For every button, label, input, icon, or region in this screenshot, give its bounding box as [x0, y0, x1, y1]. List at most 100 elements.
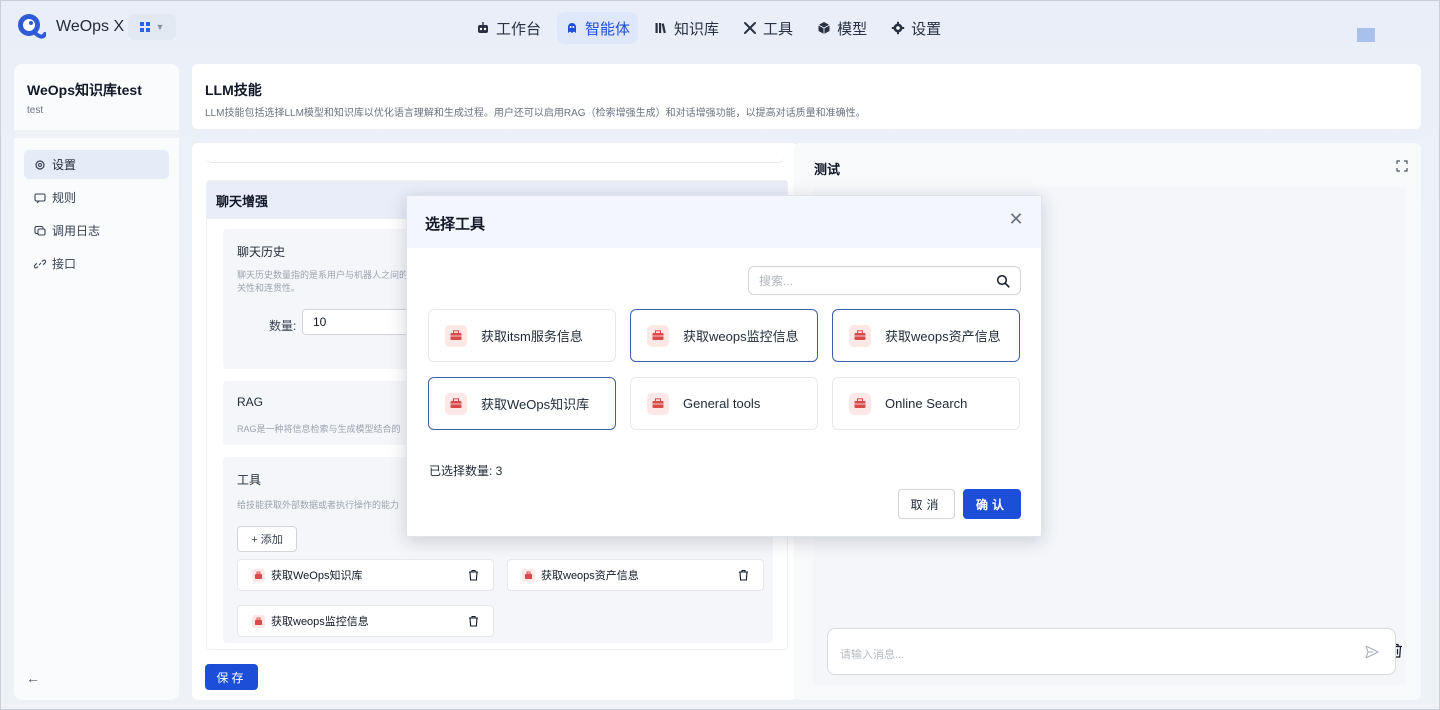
sidebar: WeOps知识库test test 设置 规则 调用日志 接口 ←	[14, 64, 179, 700]
add-tool-button[interactable]: + 添加	[237, 526, 297, 552]
selected-count: 已选择数量: 3	[429, 464, 503, 478]
tool-card-label: General tools	[683, 396, 761, 411]
tool-chip-label: 获取weops监控信息	[271, 616, 369, 628]
agent-subtitle: test	[27, 105, 44, 116]
chat-input-placeholder: 请输入消息...	[840, 649, 905, 661]
top-bar: WeOps X ▼ 工作台 智能体 知识库 工具 模型 设置	[0, 0, 1440, 56]
selected-tool-chip: 获取weops资产信息	[507, 559, 764, 591]
robot-icon	[478, 22, 488, 33]
page-title: LLM技能	[205, 82, 262, 98]
rag-description: RAG是一种将信息检索与生成模型结合的	[237, 424, 401, 434]
chat-message-input[interactable]: 请输入消息...	[827, 628, 1396, 675]
app-switcher[interactable]: ▼	[128, 14, 176, 40]
tool-card-itsm[interactable]: 获取itsm服务信息	[428, 309, 616, 362]
toolbox-icon	[252, 614, 265, 628]
settings-icon	[35, 159, 45, 170]
confirm-button[interactable]: 确认	[963, 489, 1021, 519]
send-icon[interactable]	[1365, 645, 1379, 659]
tool-card-online-search[interactable]: Online Search	[832, 377, 1020, 430]
toolbox-icon	[445, 392, 467, 415]
test-panel-title: 测试	[814, 162, 841, 177]
selected-tool-chip: 获取WeOps知识库	[237, 559, 494, 591]
tool-card-general-tools[interactable]: General tools	[630, 377, 818, 430]
gear-icon	[891, 21, 905, 35]
save-button[interactable]: 保存	[205, 664, 258, 690]
chevron-down-icon: ▼	[155, 22, 165, 32]
search-icon[interactable]	[996, 274, 1010, 288]
trash-icon[interactable]	[738, 569, 749, 581]
trash-icon[interactable]	[468, 615, 479, 627]
sidebar-item-label: 规则	[52, 191, 77, 205]
nav-item-knowledge[interactable]: 知识库	[646, 12, 727, 44]
nav-item-workbench[interactable]: 工作台	[468, 12, 549, 44]
sidebar-item-label: 接口	[52, 257, 77, 271]
link-icon	[34, 259, 46, 268]
log-icon	[34, 225, 46, 236]
tool-card-weops-assets[interactable]: 获取weops资产信息	[832, 309, 1020, 362]
nav-item-label: 智能体	[585, 20, 631, 38]
nav-item-settings[interactable]: 设置	[883, 12, 949, 44]
nav-item-label: 知识库	[674, 20, 720, 38]
agent-title: WeOps知识库test	[27, 82, 142, 98]
toolbox-icon	[252, 568, 265, 582]
main-nav: 工作台 智能体 知识库 工具 模型 设置	[468, 12, 949, 44]
nav-item-label: 工作台	[496, 20, 542, 38]
tool-chip-label: 获取WeOps知识库	[271, 570, 363, 582]
toolbox-icon	[647, 392, 669, 415]
tools-icon	[744, 22, 757, 34]
modal-header: 选择工具 ✕	[407, 196, 1041, 248]
nav-item-agent[interactable]: 智能体	[557, 12, 639, 44]
tool-card-weops-knowledge[interactable]: 获取WeOps知识库	[428, 377, 616, 430]
chat-history-description: 聊天历史数量指的是系用户与机器人之间的相关性和连贯性。	[237, 270, 418, 293]
back-arrow-icon[interactable]: ←	[26, 670, 40, 686]
app-name: WeOps X	[56, 18, 125, 35]
sidebar-item-label: 调用日志	[52, 224, 101, 238]
sidebar-item-logs[interactable]: 调用日志	[24, 216, 169, 245]
toolbox-icon	[849, 392, 871, 415]
tool-card-weops-monitor[interactable]: 获取weops监控信息	[630, 309, 818, 362]
nav-item-tools[interactable]: 工具	[735, 12, 801, 44]
sidebar-item-rules[interactable]: 规则	[24, 183, 169, 212]
expand-icon[interactable]	[1396, 160, 1408, 172]
toolbox-icon	[445, 324, 467, 347]
toolbox-icon	[849, 324, 871, 347]
tool-card-label: 获取weops资产信息	[885, 329, 1001, 344]
user-avatar[interactable]	[1357, 28, 1375, 42]
tools-title: 工具	[237, 473, 262, 487]
nav-item-label: 工具	[763, 20, 794, 38]
sidebar-item-settings[interactable]: 设置	[24, 150, 169, 179]
previous-section-edge	[206, 143, 784, 163]
sidebar-item-label: 设置	[52, 158, 77, 172]
tool-card-label: 获取weops监控信息	[683, 329, 799, 344]
tool-card-label: Online Search	[885, 396, 968, 411]
nav-item-label: 模型	[837, 20, 868, 38]
tool-search-input[interactable]	[759, 272, 979, 290]
tool-card-label: 获取itsm服务信息	[481, 329, 583, 344]
sidebar-divider	[14, 130, 179, 138]
cube-icon	[818, 22, 830, 34]
rules-icon	[34, 192, 46, 203]
toolbox-icon	[522, 568, 535, 582]
cancel-button[interactable]: 取消	[898, 489, 955, 519]
modal-title: 选择工具	[425, 216, 486, 233]
chat-history-title: 聊天历史	[237, 245, 286, 259]
trash-icon[interactable]	[468, 569, 479, 581]
library-icon	[655, 23, 666, 34]
toolbox-icon	[647, 324, 669, 347]
weops-logo-icon[interactable]	[16, 12, 46, 42]
nav-item-model[interactable]: 模型	[809, 12, 875, 44]
tool-search	[748, 266, 1021, 295]
history-quantity-input[interactable]: 10	[302, 309, 422, 335]
close-icon[interactable]: ✕	[1007, 210, 1025, 228]
tool-card-label: 获取WeOps知识库	[481, 397, 590, 412]
page-description: LLM技能包括选择LLM模型和知识库以优化语言理解和生成过程。用户还可以启用RA…	[205, 108, 866, 119]
agent-icon	[568, 23, 577, 33]
nav-item-label: 设置	[911, 20, 942, 38]
skill-header: LLM技能 LLM技能包括选择LLM模型和知识库以优化语言理解和生成过程。用户还…	[192, 64, 1421, 129]
tool-chip-label: 获取weops资产信息	[541, 570, 639, 582]
qty-label: 数量:	[269, 319, 297, 333]
selected-tool-chip: 获取weops监控信息	[237, 605, 494, 637]
grid-icon	[139, 22, 150, 32]
sidebar-item-api[interactable]: 接口	[24, 249, 169, 278]
rag-title: RAG	[237, 395, 264, 409]
